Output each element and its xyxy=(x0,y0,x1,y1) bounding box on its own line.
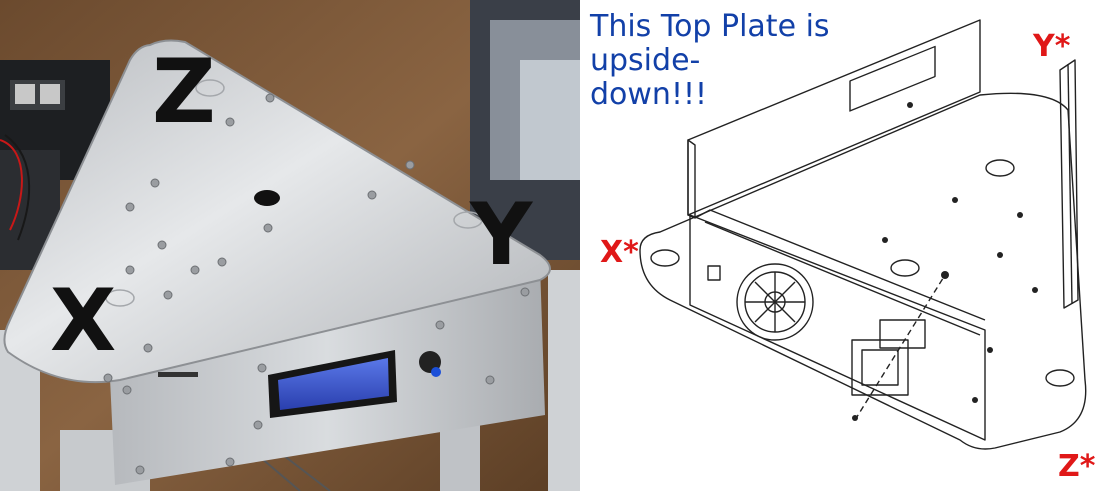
label-z: Z xyxy=(152,40,216,143)
note-line-1: This Top Plate is xyxy=(590,9,830,44)
label-x-star: X* xyxy=(600,235,639,270)
label-z-star: Z* xyxy=(1058,449,1096,484)
upside-down-note: This Top Plate is upside- down!!! xyxy=(590,10,890,112)
note-line-2: upside- xyxy=(590,43,701,78)
top-plate-diagram: This Top Plate is upside- down!!! Y* X* … xyxy=(580,0,1116,491)
note-line-3: down!!! xyxy=(590,77,708,112)
label-y-star: Y* xyxy=(1033,29,1071,64)
label-x: X xyxy=(50,271,117,371)
printer-photo: Z Y X xyxy=(0,0,580,491)
label-y: Y xyxy=(470,185,533,285)
